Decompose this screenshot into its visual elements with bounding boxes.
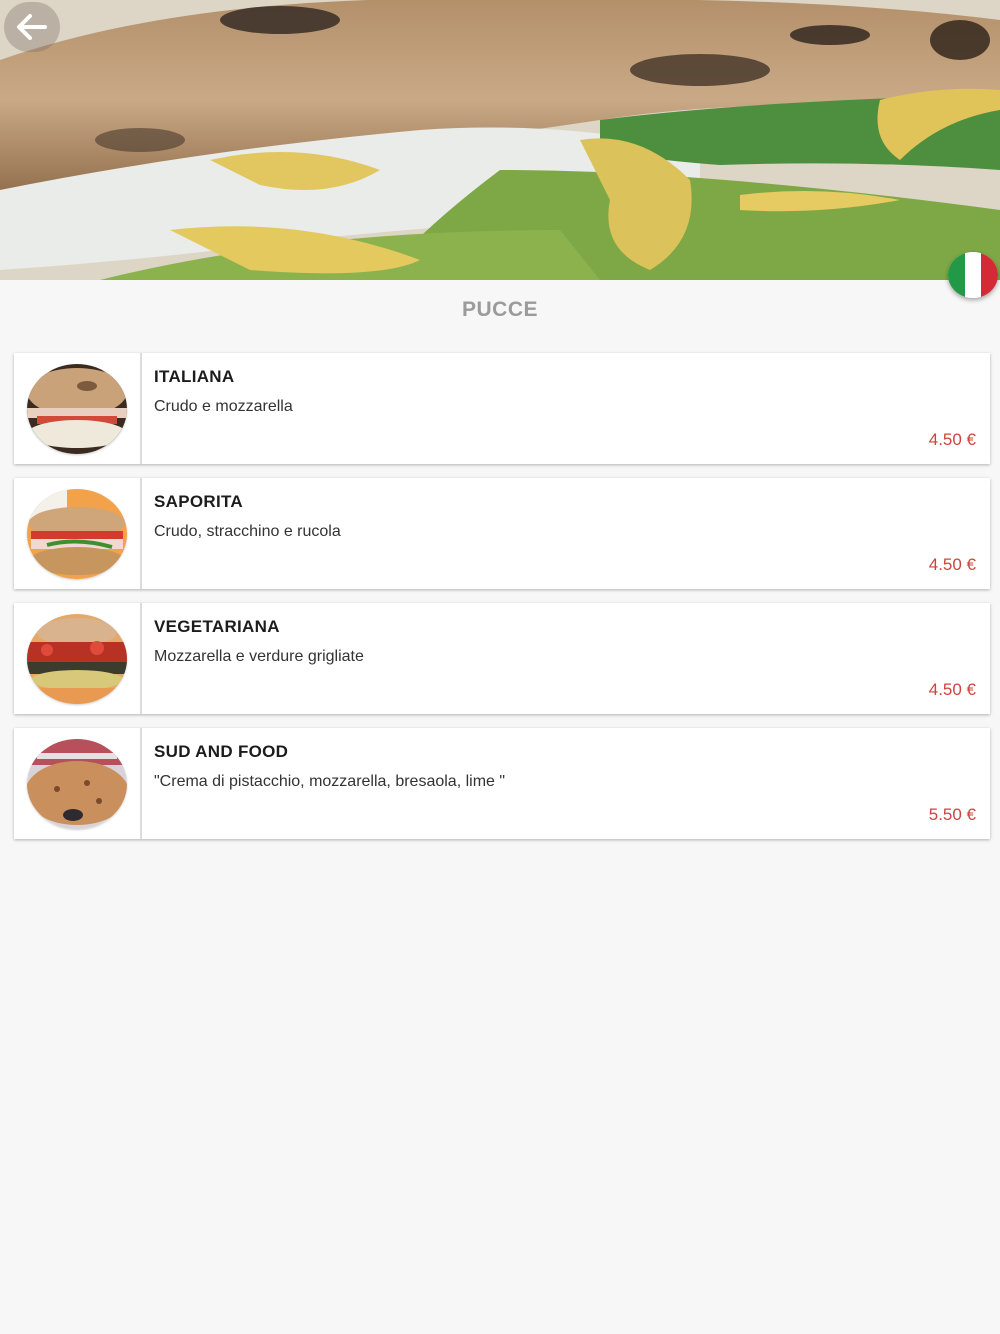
thumbnail-cell — [14, 603, 142, 714]
menu-item-saporita[interactable]: SAPORITA Crudo, stracchino e rucola 4.50… — [14, 478, 990, 589]
item-thumbnail — [27, 488, 127, 579]
thumbnail-cell — [14, 353, 142, 464]
item-description: Mozzarella e verdure grigliate — [154, 648, 364, 665]
item-description: Crudo e mozzarella — [154, 398, 293, 415]
sandwich-saporita-image — [27, 488, 127, 579]
item-description: Crudo, stracchino e rucola — [154, 523, 341, 540]
section-title: PUCCE — [461, 298, 538, 321]
item-name: SAPORITA — [154, 492, 243, 511]
language-flag-button[interactable] — [948, 252, 998, 298]
arrow-left-icon — [17, 14, 47, 40]
sandwich-photo — [0, 0, 1000, 280]
sandwich-italiana-image — [27, 363, 127, 454]
menu-item-italiana[interactable]: ITALIANA Crudo e mozzarella 4.50 € — [14, 353, 990, 464]
italy-flag-icon — [948, 252, 998, 298]
item-thumbnail — [27, 363, 127, 454]
sandwich-sud-and-food-image — [27, 738, 127, 829]
item-price: 4.50 € — [928, 430, 976, 449]
item-info: VEGETARIANA Mozzarella e verdure griglia… — [142, 603, 990, 714]
menu-item-sud-and-food[interactable]: SUD AND FOOD "Crema di pistacchio, mozza… — [14, 728, 990, 839]
item-thumbnail — [27, 738, 127, 829]
thumbnail-cell — [14, 478, 142, 589]
item-description: "Crema di pistacchio, mozzarella, bresao… — [154, 773, 506, 790]
menu-item-vegetariana[interactable]: VEGETARIANA Mozzarella e verdure griglia… — [14, 603, 990, 714]
item-name: SUD AND FOOD — [154, 742, 289, 761]
menu-list: ITALIANA Crudo e mozzarella 4.50 € SAPOR… — [14, 353, 990, 853]
item-info: ITALIANA Crudo e mozzarella 4.50 € — [142, 353, 990, 464]
item-name: VEGETARIANA — [154, 617, 280, 636]
back-button[interactable] — [4, 2, 60, 52]
item-price: 4.50 € — [928, 680, 976, 699]
sandwich-vegetariana-image — [27, 613, 127, 704]
item-price: 5.50 € — [928, 805, 976, 824]
item-thumbnail — [27, 613, 127, 704]
thumbnail-cell — [14, 728, 142, 839]
hero-image — [0, 0, 1000, 280]
item-info: SUD AND FOOD "Crema di pistacchio, mozza… — [142, 728, 990, 839]
item-info: SAPORITA Crudo, stracchino e rucola 4.50… — [142, 478, 990, 589]
item-price: 4.50 € — [928, 555, 976, 574]
item-name: ITALIANA — [154, 367, 235, 386]
